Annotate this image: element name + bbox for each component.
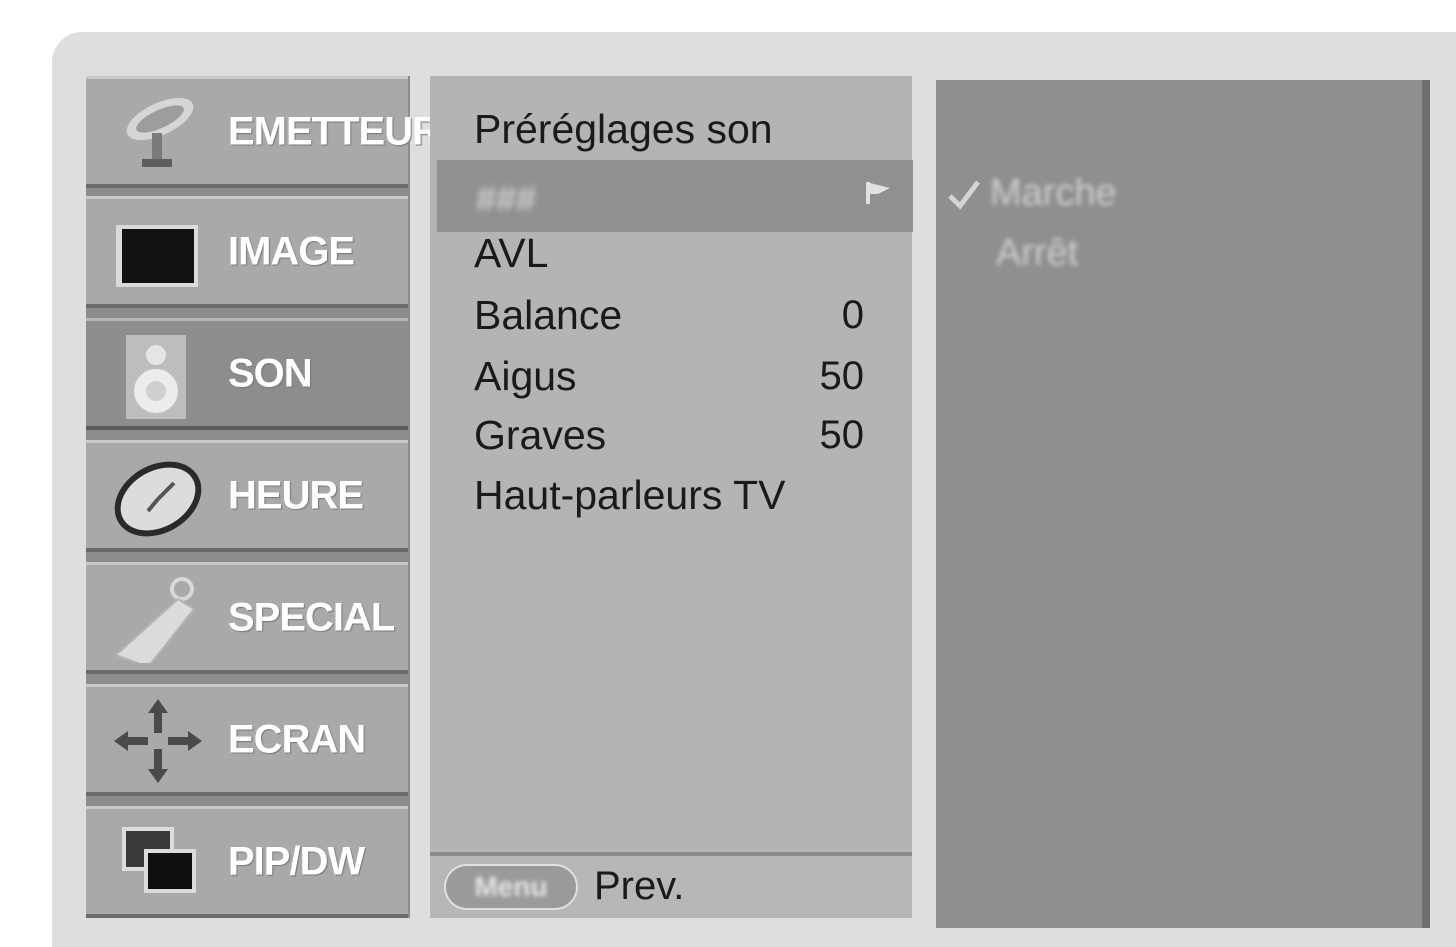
- graves-value: 50: [819, 413, 865, 457]
- category-special[interactable]: SPECIAL: [86, 562, 408, 674]
- menu-item-avl[interactable]: AVL: [474, 230, 548, 277]
- category-image[interactable]: IMAGE: [86, 196, 408, 308]
- checkmark-icon: [948, 180, 980, 210]
- category-label: SON: [228, 351, 313, 395]
- category-heure[interactable]: HEURE: [86, 440, 408, 552]
- category-label: PIP/DW: [228, 839, 365, 883]
- category-label: IMAGE: [228, 229, 355, 273]
- category-sidebar: EMETTEUR IMAGE SON HEURE SPECIAL ECRAN P…: [86, 76, 441, 918]
- menu-item-sound-presets[interactable]: Préréglages son: [474, 106, 773, 153]
- highlighted-row-label: ###: [476, 178, 537, 219]
- category-label: SPECIAL: [228, 595, 395, 639]
- speaker-icon: [126, 335, 186, 419]
- category-label: HEURE: [228, 473, 364, 517]
- right-arrow-icon: [866, 182, 890, 204]
- move-arrows-icon: [114, 699, 202, 783]
- category-pip-dw[interactable]: PIP/DW: [86, 806, 408, 918]
- aigus-value: 50: [819, 354, 865, 398]
- clock-icon: [114, 461, 202, 537]
- menu-button[interactable]: Menu: [444, 864, 578, 910]
- category-label: EMETTEUR: [228, 109, 441, 153]
- menu-item-tv-speakers[interactable]: Haut-parleurs TV: [474, 472, 785, 519]
- category-emetteur[interactable]: EMETTEUR: [86, 76, 441, 188]
- prev-label: Prev.: [594, 864, 685, 908]
- category-ecran[interactable]: ECRAN: [86, 684, 408, 796]
- balance-value: 0: [841, 293, 864, 337]
- option-arret[interactable]: Arrêt: [996, 232, 1078, 275]
- menu-button-label: Menu: [474, 871, 548, 902]
- submenu-footer: Menu Prev.: [430, 852, 912, 918]
- satellite-dish-icon: [126, 97, 194, 167]
- category-son[interactable]: SON: [86, 318, 408, 430]
- key-tag-icon: [114, 577, 196, 663]
- pip-windows-icon: [122, 827, 196, 893]
- option-marche[interactable]: Marche: [990, 172, 1117, 215]
- menu-item-aigus[interactable]: Aigus: [474, 353, 577, 400]
- menu-item-balance[interactable]: Balance: [474, 292, 622, 339]
- tv-screen-icon: [116, 225, 198, 287]
- category-label: ECRAN: [228, 717, 366, 761]
- menu-item-graves[interactable]: Graves: [474, 412, 606, 459]
